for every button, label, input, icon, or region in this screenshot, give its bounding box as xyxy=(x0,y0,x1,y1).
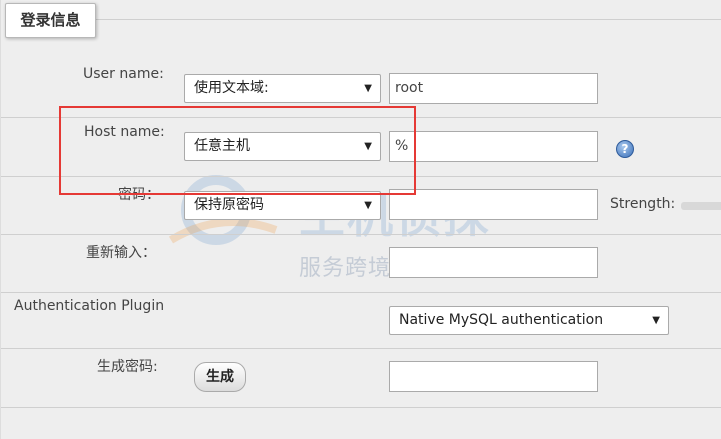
hostname-input[interactable]: % xyxy=(389,131,598,162)
dropdown-arrow-icon: ▼ xyxy=(364,83,372,94)
row-divider xyxy=(1,348,721,349)
question-icon[interactable]: ? xyxy=(616,140,634,158)
dropdown-arrow-icon: ▼ xyxy=(364,200,372,211)
password-input[interactable] xyxy=(389,189,598,220)
username-input[interactable]: root xyxy=(389,73,598,104)
dropdown-arrow-icon: ▼ xyxy=(652,315,660,326)
row-divider xyxy=(1,292,721,293)
generate-button[interactable]: 生成 xyxy=(194,362,246,392)
password-mode-select[interactable]: 保持原密码 ▼ xyxy=(184,191,381,220)
username-type-select[interactable]: 使用文本域: ▼ xyxy=(184,74,381,103)
strength-label: Strength: xyxy=(610,196,676,212)
fieldset-top-border xyxy=(96,19,721,20)
login-info-fieldset: 登录信息 主机侦探 服务跨境电商 助力中企出海 User name: 使用文本域… xyxy=(0,0,721,439)
retype-label: 重新输入： xyxy=(86,245,156,261)
retype-password-input[interactable] xyxy=(389,247,598,278)
generated-password-input[interactable] xyxy=(389,361,598,392)
auth-plugin-select[interactable]: Native MySQL authentication ▼ xyxy=(389,306,669,335)
generate-password-label: 生成密码: xyxy=(97,359,158,375)
username-type-value: 使用文本域: xyxy=(194,80,269,96)
row-divider xyxy=(1,234,721,235)
fieldset-legend: 登录信息 xyxy=(5,3,96,38)
username-label: User name: xyxy=(83,66,164,82)
password-mode-value: 保持原密码 xyxy=(194,197,264,213)
highlight-box xyxy=(59,106,416,195)
password-strength-meter xyxy=(681,202,721,210)
row-divider xyxy=(1,407,721,408)
auth-plugin-label: Authentication Plugin xyxy=(14,298,165,314)
auth-plugin-value: Native MySQL authentication xyxy=(399,312,604,328)
